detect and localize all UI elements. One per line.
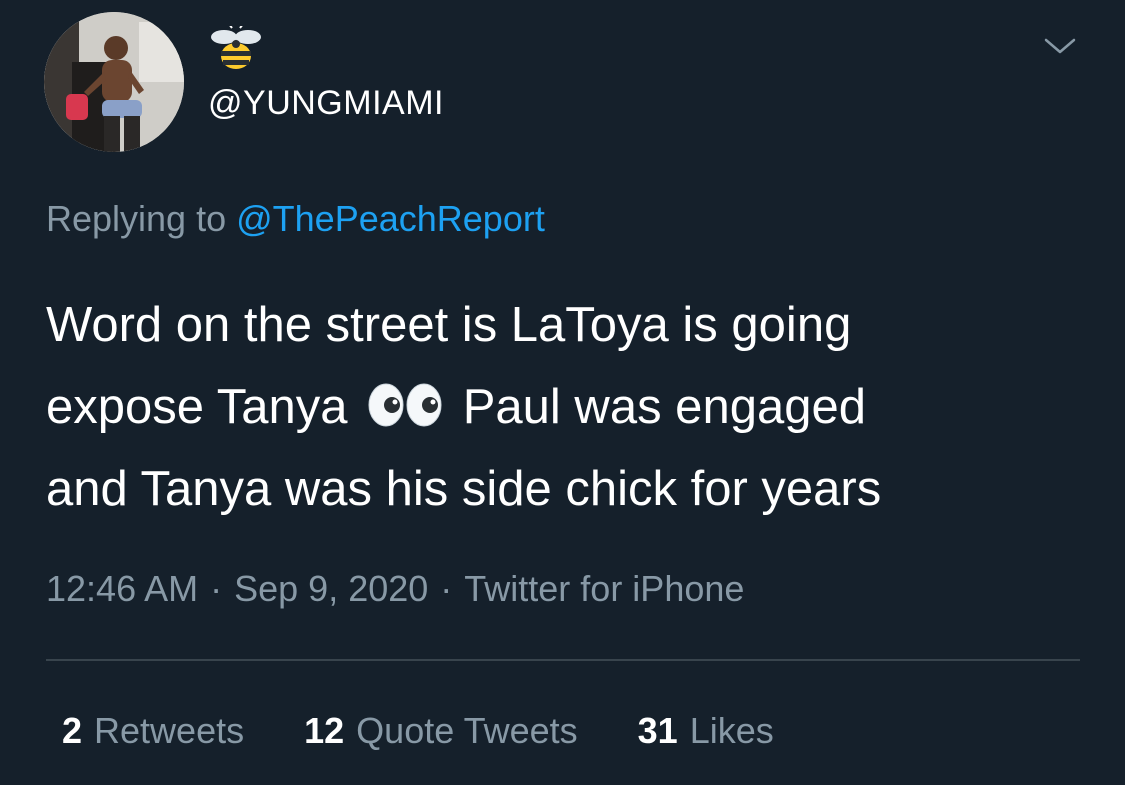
retweets-label: Retweets: [94, 710, 245, 751]
meta-separator: ·: [440, 568, 453, 609]
bee-icon: [211, 26, 261, 69]
tweet-time[interactable]: 12:46 AM: [46, 568, 198, 609]
quote-tweets-stat[interactable]: 12 Quote Tweets: [304, 710, 578, 752]
eyes-emoji-icon: [368, 383, 442, 427]
meta-separator: ·: [210, 568, 223, 609]
tweet-stats: 2 Retweets 12 Quote Tweets 31 Likes: [62, 710, 824, 752]
tweet-text-line-1: Word on the street is LaToya is going: [46, 298, 852, 352]
likes-count: 31: [637, 710, 678, 751]
tweet-text-segment: Paul was engaged: [462, 380, 866, 434]
tweet-text-segment: expose Tanya: [46, 380, 348, 434]
divider: [46, 659, 1080, 661]
replying-to: Replying to @ThePeachReport: [46, 198, 545, 240]
user-handle[interactable]: @YUNGMIAMI: [208, 84, 444, 123]
quote-tweets-label: Quote Tweets: [356, 710, 578, 751]
chevron-down-icon[interactable]: [1042, 34, 1078, 58]
retweets-stat[interactable]: 2 Retweets: [62, 710, 244, 752]
replying-mention-link[interactable]: @ThePeachReport: [236, 198, 545, 239]
replying-prefix: Replying to: [46, 198, 227, 239]
likes-label: Likes: [689, 710, 774, 751]
tweet-text-line-2: expose Tanya Paul was engaged: [46, 366, 1096, 448]
avatar-photo: [44, 12, 184, 152]
tweet-date[interactable]: Sep 9, 2020: [234, 568, 428, 609]
tweet-text: Word on the street is LaToya is going ex…: [46, 284, 1096, 530]
avatar[interactable]: [44, 12, 184, 152]
likes-stat[interactable]: 31 Likes: [638, 710, 774, 752]
tweet-source[interactable]: Twitter for iPhone: [464, 568, 744, 609]
tweet-text-line-3: and Tanya was his side chick for years: [46, 462, 882, 516]
quote-tweets-count: 12: [304, 710, 345, 751]
tweet-meta: 12:46 AM · Sep 9, 2020 · Twitter for iPhone: [46, 568, 744, 610]
retweets-count: 2: [62, 710, 83, 751]
